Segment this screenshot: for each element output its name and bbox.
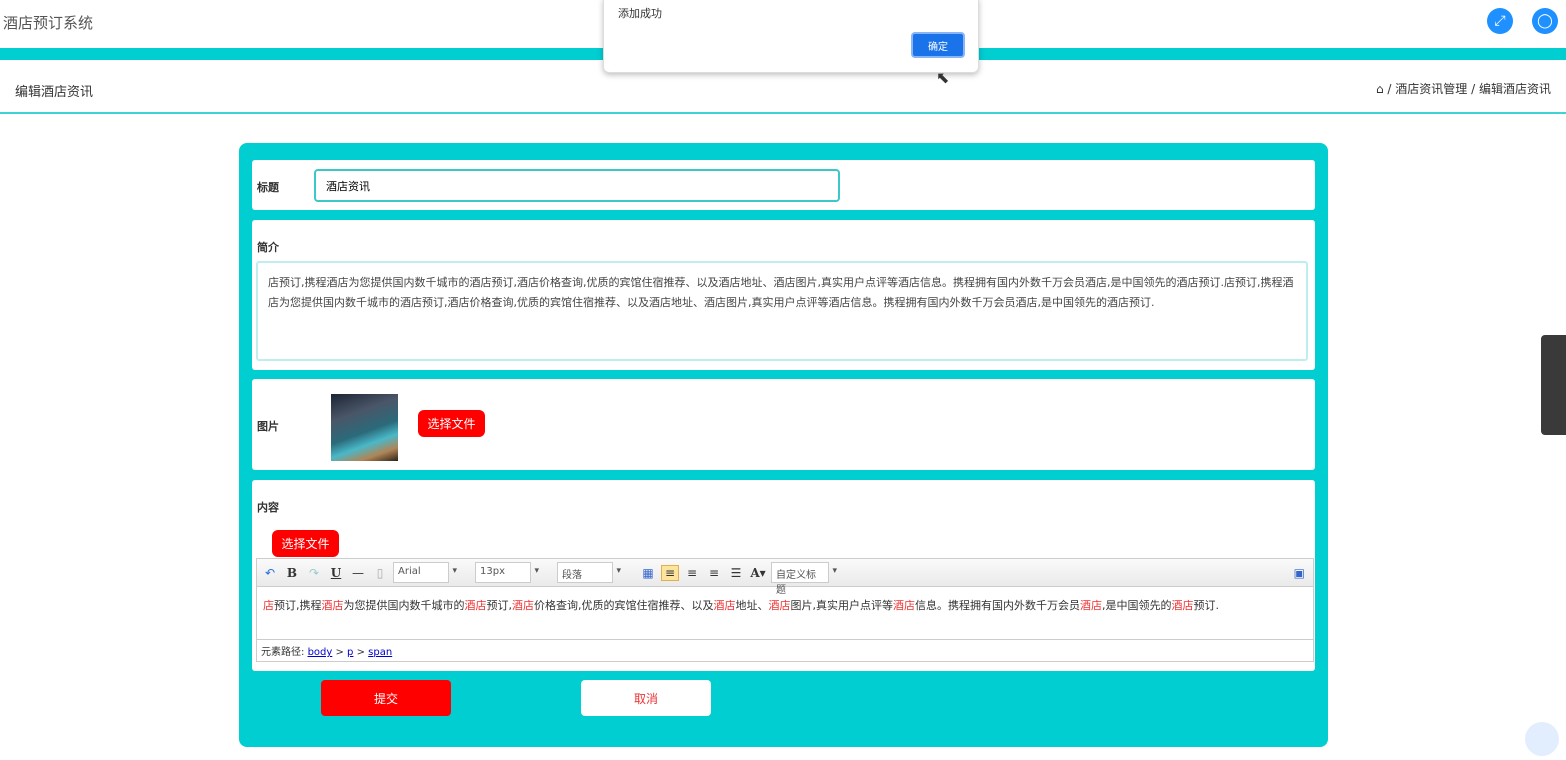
content-text: 酒店 [321, 599, 344, 612]
content-text: 酒店 [1171, 599, 1194, 612]
breadcrumb: ⌂ / 酒店资讯管理 / 编辑酒店资讯 [1376, 80, 1551, 97]
page-title: 编辑酒店资讯 [15, 85, 94, 100]
title-section: 标题 [252, 160, 1315, 210]
separator: / [1387, 82, 1392, 96]
intro-label: 简介 [257, 241, 279, 254]
content-text: 预订, [486, 599, 513, 612]
expand-icon[interactable]: ⤢ [1487, 8, 1513, 34]
content-section: 内容 选择文件 ↶ B ↷ U — ▯ Arial 13px 段落 ▦ ≡ ≡ … [252, 480, 1315, 671]
submit-button[interactable]: 提交 [321, 680, 451, 716]
mouse-cursor-icon: ⬉ [936, 68, 950, 87]
content-text: 酒店 [464, 599, 487, 612]
fullscreen-editor-icon[interactable]: ▣ [1294, 566, 1305, 580]
font-color-icon[interactable]: A▾ [749, 566, 767, 580]
floating-button[interactable] [1525, 722, 1559, 756]
title-label: 标题 [257, 181, 279, 194]
justify-icon[interactable]: ☰ [727, 566, 745, 580]
image-label: 图片 [257, 420, 279, 433]
font-select[interactable]: Arial [393, 562, 457, 583]
size-select[interactable]: 13px [475, 562, 539, 583]
content-text: 价格查询,优质的宾馆住宿推荐、以及 [534, 599, 714, 612]
path-span[interactable]: span [368, 647, 392, 658]
editor-toolbar: ↶ B ↷ U — ▯ Arial 13px 段落 ▦ ≡ ≡ ≡ ☰ A▾ 自… [257, 559, 1313, 596]
path-p[interactable]: p [347, 647, 353, 658]
align-right-icon[interactable]: ≡ [683, 566, 701, 580]
path-label: 元素路径: [261, 647, 305, 658]
content-text: 信息。携程拥有国内外数千万会员 [915, 599, 1080, 612]
align-left-icon[interactable]: ≡ [661, 564, 679, 581]
bold-icon[interactable]: B [283, 566, 301, 580]
breadcrumb-item: 编辑酒店资讯 [1478, 82, 1551, 96]
content-label: 内容 [257, 501, 279, 514]
intro-section: 简介 店预订,携程酒店为您提供国内数千城市的酒店预订,酒店价格查询,优质的宾馆住… [252, 220, 1315, 370]
redo-icon[interactable]: ↷ [305, 566, 323, 580]
align-center-icon[interactable]: ≡ [705, 566, 723, 580]
content-text: 地址、 [735, 599, 769, 612]
dialog-message: 添加成功 [618, 7, 662, 20]
underline-icon[interactable]: U [327, 566, 345, 580]
content-text: 预订,携程 [274, 599, 322, 612]
element-path: 元素路径: body > p > span [257, 639, 1313, 661]
content-text: ,是中国领先的 [1102, 599, 1172, 612]
cancel-button[interactable]: 取消 [581, 680, 711, 716]
undo-icon[interactable]: ↶ [261, 566, 279, 580]
content-text: 店 [263, 599, 274, 612]
rich-text-editor: ↶ B ↷ U — ▯ Arial 13px 段落 ▦ ≡ ≡ ≡ ☰ A▾ 自… [256, 558, 1314, 662]
horizontal-rule-icon[interactable]: — [349, 566, 367, 580]
content-text: 酒店 [713, 599, 736, 612]
separator: / [1471, 82, 1476, 96]
path-body[interactable]: body [308, 647, 333, 658]
custom-title-select[interactable]: 自定义标题 [771, 562, 837, 596]
dialog-ok-button[interactable]: 确定 [911, 32, 965, 58]
title-input[interactable] [314, 169, 840, 202]
table-icon[interactable]: ▦ [639, 566, 657, 580]
page-icon[interactable]: ▯ [371, 566, 389, 580]
content-text: 为您提供国内数千城市的 [343, 599, 465, 612]
hotel-image [331, 394, 398, 461]
form-card: 标题 简介 店预订,携程酒店为您提供国内数千城市的酒店预订,酒店价格查询,优质的… [239, 143, 1328, 747]
home-icon[interactable]: ⌂ [1376, 82, 1384, 96]
choose-image-button[interactable]: 选择文件 [418, 410, 485, 437]
content-text: 图片,真实用户点评等 [790, 599, 894, 612]
content-text: 酒店 [893, 599, 915, 612]
intro-textarea[interactable]: 店预订,携程酒店为您提供国内数千城市的酒店预订,酒店价格查询,优质的宾馆住宿推荐… [256, 261, 1308, 361]
image-section: 图片 选择文件 [252, 379, 1315, 470]
breadcrumb-item[interactable]: 酒店资讯管理 [1395, 82, 1467, 96]
content-text: 酒店 [768, 599, 791, 612]
alert-dialog: 添加成功 确定 [603, 0, 979, 73]
choose-content-file-button[interactable]: 选择文件 [272, 530, 339, 557]
app-title: 酒店预订系统 [3, 14, 94, 32]
user-icon[interactable]: ◯ [1532, 8, 1558, 34]
content-text: 酒店 [512, 599, 534, 612]
content-text: 酒店 [1080, 599, 1102, 612]
paragraph-select[interactable]: 段落 [557, 562, 621, 583]
side-panel-tab[interactable] [1541, 335, 1566, 435]
content-text: 预订. [1193, 599, 1220, 612]
